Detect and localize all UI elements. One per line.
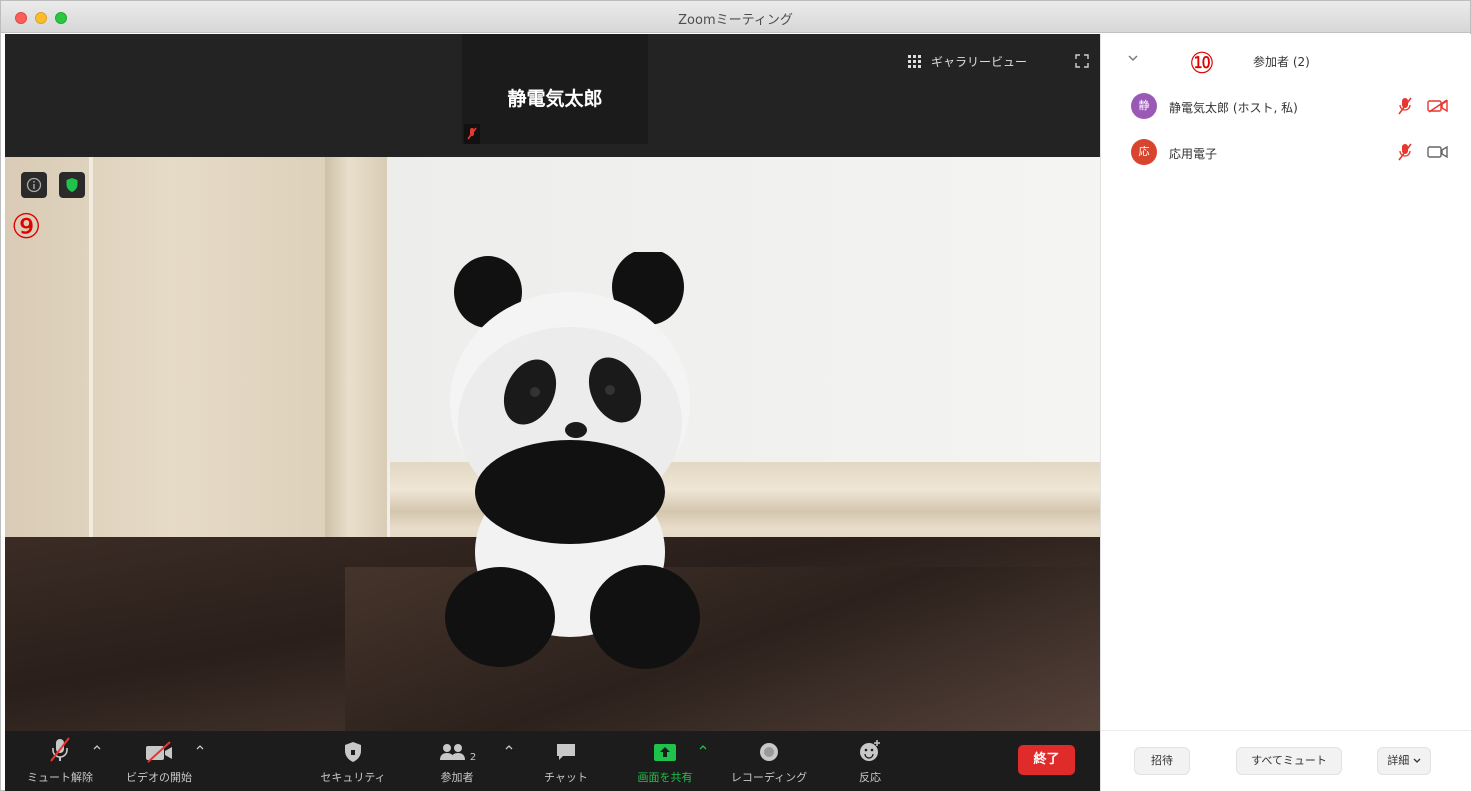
- chat-label: チャット: [544, 771, 588, 784]
- participants-count: 2: [469, 752, 477, 763]
- grid-icon: [908, 54, 921, 68]
- reactions-label: 反応: [859, 771, 881, 784]
- participants-options-chevron-up-icon[interactable]: [505, 743, 513, 751]
- green-shield-icon: [66, 178, 78, 192]
- avatar: 静: [1131, 93, 1157, 119]
- unmute-button[interactable]: ミュート解除: [21, 731, 99, 791]
- chat-icon: [557, 744, 575, 760]
- video-background-cabinet: [5, 157, 341, 537]
- chevron-down-icon: [1413, 758, 1421, 763]
- reactions-icon: [860, 740, 880, 761]
- participants-icon: [439, 744, 465, 760]
- annotation-nine: ⑨: [11, 207, 42, 247]
- meeting-area: 静電気太郎 ギャラリービュー ⑨ ミュート解除 ビデオの開始 セキュリティ 2 …: [5, 34, 1100, 791]
- encryption-button[interactable]: [59, 172, 85, 198]
- invite-button[interactable]: 招待: [1134, 747, 1190, 775]
- muted-mic-icon[interactable]: [1397, 143, 1413, 161]
- info-button[interactable]: [21, 172, 47, 198]
- participants-panel-footer: 招待 すべてミュート 詳細: [1101, 730, 1471, 791]
- unmute-label: ミュート解除: [27, 771, 93, 784]
- share-screen-label: 画面を共有: [637, 771, 693, 784]
- mute-all-button[interactable]: すべてミュート: [1236, 747, 1342, 775]
- thumbnail-strip: 静電気太郎 ギャラリービュー: [5, 34, 1100, 157]
- video-off-icon: [146, 741, 172, 763]
- recording-label: レコーディング: [730, 771, 808, 784]
- start-video-button[interactable]: ビデオの開始: [117, 731, 201, 791]
- record-icon: [760, 743, 778, 761]
- more-options-button[interactable]: 詳細: [1377, 747, 1431, 775]
- info-icon: [26, 177, 42, 193]
- fullscreen-icon[interactable]: [1075, 53, 1089, 68]
- end-meeting-button[interactable]: 終了: [1018, 745, 1075, 775]
- participants-panel-title: 参加者 (2): [1253, 55, 1310, 69]
- start-video-label: ビデオの開始: [126, 771, 192, 784]
- recording-button[interactable]: レコーディング: [723, 731, 815, 791]
- muted-mic-icon: [50, 737, 70, 762]
- reactions-button[interactable]: 反応: [845, 731, 895, 791]
- gallery-view-label: ギャラリービュー: [931, 54, 1028, 69]
- participants-label: 参加者: [440, 771, 474, 784]
- participants-button[interactable]: 2 参加者: [425, 731, 489, 791]
- muted-mic-icon[interactable]: [1397, 97, 1413, 115]
- zoom-window: Zoomミーティング 静電気太郎 ギャラリービュー ⑨ ミュート解除 ビデオの開…: [0, 0, 1471, 791]
- more-options-label: 詳細: [1387, 754, 1410, 767]
- window-title: Zoomミーティング: [678, 13, 793, 28]
- participant-name: 静電気太郎 (ホスト, 私): [1169, 101, 1298, 115]
- avatar: 応: [1131, 139, 1157, 165]
- thumbnail-muted-mic-icon: [464, 124, 480, 144]
- annotation-ten: ⑩: [1189, 46, 1215, 80]
- chat-button[interactable]: チャット: [533, 731, 599, 791]
- gallery-view-button[interactable]: ギャラリービュー: [908, 51, 1027, 71]
- shield-icon: [345, 742, 361, 762]
- participant-row[interactable]: 静 静電気太郎 (ホスト, 私): [1131, 91, 1461, 121]
- thumbnail-name: 静電気太郎: [507, 88, 603, 110]
- share-screen-icon: [654, 744, 676, 761]
- title-bar: Zoomミーティング: [1, 1, 1470, 33]
- participant-row[interactable]: 応 応用電子: [1131, 137, 1461, 167]
- participant-thumbnail[interactable]: 静電気太郎: [462, 34, 648, 144]
- video-camera-icon[interactable]: [1427, 145, 1449, 159]
- video-off-icon[interactable]: [1427, 99, 1449, 113]
- collapse-panel-chevron-down-icon[interactable]: [1127, 54, 1139, 62]
- main-video: ⑨: [5, 157, 1100, 731]
- audio-options-chevron-up-icon[interactable]: [93, 743, 101, 751]
- share-screen-button[interactable]: 画面を共有: [629, 731, 701, 791]
- panda-plush-image: [445, 252, 700, 669]
- share-options-chevron-up-icon[interactable]: [699, 743, 707, 751]
- participant-name: 応用電子: [1169, 147, 1218, 161]
- meeting-toolbar: ミュート解除 ビデオの開始 セキュリティ 2 参加者 チャット 画面を共有 レコ…: [5, 731, 1100, 791]
- security-button[interactable]: セキュリティ: [315, 731, 391, 791]
- video-options-chevron-up-icon[interactable]: [196, 743, 204, 751]
- security-label: セキュリティ: [320, 771, 386, 784]
- participants-panel: ⑩ 参加者 (2) 静 静電気太郎 (ホスト, 私) 応 応用電子 招待 すべて…: [1100, 34, 1471, 791]
